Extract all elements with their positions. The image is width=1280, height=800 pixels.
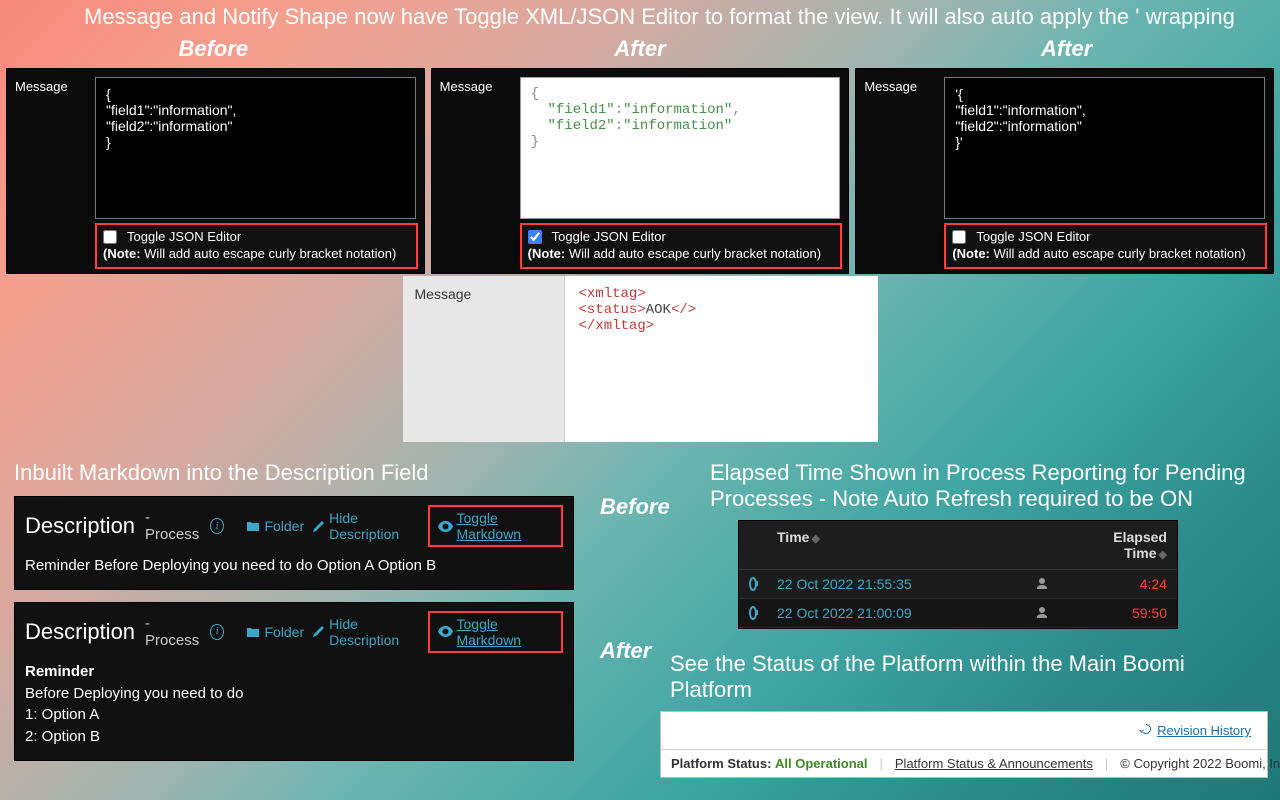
info-icon[interactable]: i [210, 624, 225, 640]
platform-status-label: Platform Status: [671, 756, 771, 771]
platform-status-value: All Operational [775, 756, 867, 771]
before-after-labels: Before After After [0, 32, 1280, 68]
toggle-markdown-button[interactable]: Toggle Markdown [428, 505, 563, 547]
table-header: Time◆ Elapsed Time◆ [739, 521, 1177, 570]
user-icon [1035, 577, 1049, 591]
pencil-icon [312, 520, 325, 533]
description-process: - Process [145, 615, 202, 649]
message-textarea[interactable]: { "field1":"information", "field2":"info… [95, 77, 416, 219]
toggle-json-checkbox[interactable] [528, 230, 542, 244]
message-panel-after-wrapped: Message '{ "field1":"information", "fiel… [855, 68, 1274, 274]
sort-icon: ◆ [1159, 549, 1167, 561]
toggle-json-checkbox[interactable] [103, 230, 117, 244]
description-box-before: Description - Process i Folder Hide Desc… [14, 496, 574, 590]
hide-description-link[interactable]: Hide Description [312, 510, 419, 542]
message-label: Message [432, 69, 520, 219]
eye-icon [438, 521, 453, 532]
toggle-json-checkbox[interactable] [952, 230, 966, 244]
history-icon [1139, 722, 1153, 739]
description-title: Description [25, 619, 135, 645]
note-rest: Will add auto escape curly bracket notat… [990, 246, 1246, 261]
toggle-markdown-button[interactable]: Toggle Markdown [428, 611, 563, 653]
info-icon[interactable]: i [210, 518, 225, 534]
folder-icon [246, 626, 260, 638]
message-label: Message [7, 69, 95, 219]
message-textarea-xml[interactable]: <xmltag> <status>AOK</> </xmltag> [565, 276, 878, 442]
description-process: - Process [145, 509, 202, 543]
col-elapsed[interactable]: Elapsed Time◆ [1057, 521, 1177, 569]
platform-status-bar: Revision History Platform Status: All Op… [660, 711, 1268, 778]
time-cell: 22 Oct 2022 21:00:09 [767, 599, 1027, 627]
clock-icon [749, 606, 757, 620]
description-body: Reminder Before Deploying you need to do… [25, 555, 563, 577]
note-bold: (Note: [952, 246, 990, 261]
elapsed-cell: 4:24 [1057, 570, 1177, 598]
note-bold: (Note: [103, 246, 141, 261]
folder-link[interactable]: Folder [246, 624, 304, 640]
description-body-rendered: Reminder Before Deploying you need to do… [25, 661, 563, 748]
announcements-link[interactable]: Platform Status & Announcements [895, 756, 1093, 771]
hide-description-link[interactable]: Hide Description [312, 616, 419, 648]
markdown-heading: Inbuilt Markdown into the Description Fi… [14, 460, 674, 486]
message-label: Message [856, 69, 944, 219]
sort-icon: ◆ [811, 533, 819, 545]
user-icon [1035, 606, 1049, 620]
label-before: Before [0, 36, 427, 62]
message-panel-before: Message { "field1":"information", "field… [6, 68, 425, 274]
toggle-json-bar: Toggle JSON Editor (Note: Will add auto … [520, 223, 843, 269]
toggle-json-label: Toggle JSON Editor [976, 228, 1090, 246]
label-after: After [427, 36, 854, 62]
label-after-2: After [853, 36, 1280, 62]
eye-icon [438, 626, 453, 637]
toggle-json-label: Toggle JSON Editor [127, 228, 241, 246]
revision-history-link[interactable]: Revision History [1139, 722, 1251, 739]
elapsed-heading: Elapsed Time Shown in Process Reporting … [710, 460, 1250, 512]
note-bold: (Note: [528, 246, 566, 261]
toggle-json-bar: Toggle JSON Editor (Note: Will add auto … [95, 223, 418, 269]
pencil-icon [312, 625, 325, 638]
elapsed-cell: 59:50 [1057, 599, 1177, 627]
headline: Message and Notify Shape now have Toggle… [0, 0, 1280, 32]
copyright: © Copyright 2022 Boomi, Inc. [1120, 756, 1280, 771]
toggle-json-bar: Toggle JSON Editor (Note: Will add auto … [944, 223, 1267, 269]
panels-row: Message { "field1":"information", "field… [0, 68, 1280, 274]
table-row[interactable]: 22 Oct 2022 21:00:09 59:50 [739, 599, 1177, 628]
folder-link[interactable]: Folder [246, 518, 304, 534]
message-textarea-formatted[interactable]: { "field1":"information", "field2":"info… [520, 77, 841, 219]
label-before-side: Before [600, 494, 670, 520]
clock-icon [749, 577, 757, 591]
message-label: Message [403, 276, 565, 442]
status-heading: See the Status of the Platform within th… [670, 651, 1230, 703]
toggle-json-label: Toggle JSON Editor [552, 228, 666, 246]
elapsed-time-table: Time◆ Elapsed Time◆ 22 Oct 2022 21:55:35… [738, 520, 1178, 629]
message-textarea-wrapped[interactable]: '{ "field1":"information", "field2":"inf… [944, 77, 1265, 219]
col-time[interactable]: Time◆ [767, 521, 1027, 569]
note-rest: Will add auto escape curly bracket notat… [565, 246, 821, 261]
folder-icon [246, 520, 260, 532]
description-title: Description [25, 513, 135, 539]
description-box-after: Description - Process i Folder Hide Desc… [14, 602, 574, 761]
note-rest: Will add auto escape curly bracket notat… [141, 246, 397, 261]
message-panel-after-formatted: Message { "field1":"information", "field… [431, 68, 850, 274]
time-cell: 22 Oct 2022 21:55:35 [767, 570, 1027, 598]
message-panel-xml: Message <xmltag> <status>AOK</> </xmltag… [403, 276, 878, 442]
table-row[interactable]: 22 Oct 2022 21:55:35 4:24 [739, 570, 1177, 599]
label-after-side: After [600, 638, 651, 664]
